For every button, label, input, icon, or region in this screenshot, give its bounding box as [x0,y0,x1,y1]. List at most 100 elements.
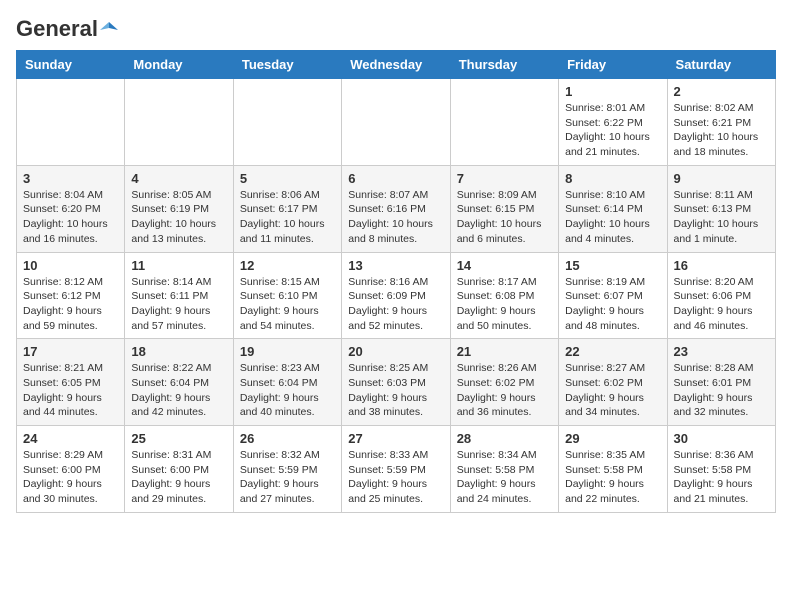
day-of-week-header: Wednesday [342,51,450,79]
day-number: 12 [240,258,335,273]
day-number: 29 [565,431,660,446]
calendar-cell: 1 Sunrise: 8:01 AM Sunset: 6:22 PM Daylig… [559,79,667,166]
calendar-week-row: 24 Sunrise: 8:29 AM Sunset: 6:00 PM Dayli… [17,426,776,513]
day-info: Sunrise: 8:29 AM Sunset: 6:00 PM Dayligh… [23,448,118,507]
calendar-cell: 19Sunrise: 8:23 AM Sunset: 6:04 PM Dayli… [233,339,341,426]
day-of-week-header: Tuesday [233,51,341,79]
calendar-cell: 8 Sunrise: 8:10 AM Sunset: 6:14 PM Daylig… [559,165,667,252]
day-info: Sunrise: 8:26 AM Sunset: 6:02 PM Dayligh… [457,361,552,420]
day-info: Sunrise: 8:07 AM Sunset: 6:16 PM Dayligh… [348,188,443,247]
day-info: Sunrise: 8:15 AM Sunset: 6:10 PM Dayligh… [240,275,335,334]
calendar-cell: 7Sunrise: 8:09 AM Sunset: 6:15 PM Daylig… [450,165,558,252]
day-info: Sunrise: 8:33 AM Sunset: 5:59 PM Dayligh… [348,448,443,507]
day-number: 15 [565,258,660,273]
day-info: Sunrise: 8:21 AM Sunset: 6:05 PM Dayligh… [23,361,118,420]
calendar-cell: 10Sunrise: 8:12 AM Sunset: 6:12 PM Dayli… [17,252,125,339]
calendar-cell: 13 Sunrise: 8:16 AM Sunset: 6:09 PM Dayli… [342,252,450,339]
day-info: Sunrise: 8:25 AM Sunset: 6:03 PM Dayligh… [348,361,443,420]
calendar-cell: 25 Sunrise: 8:31 AM Sunset: 6:00 PM Dayli… [125,426,233,513]
calendar-week-row: 1 Sunrise: 8:01 AM Sunset: 6:22 PM Daylig… [17,79,776,166]
logo-bird-icon [100,20,118,38]
calendar-cell: 23 Sunrise: 8:28 AM Sunset: 6:01 PM Dayli… [667,339,775,426]
day-number: 8 [565,171,660,186]
day-info: Sunrise: 8:20 AM Sunset: 6:06 PM Dayligh… [674,275,769,334]
day-number: 6 [348,171,443,186]
day-number: 9 [674,171,769,186]
calendar-cell [342,79,450,166]
day-info: Sunrise: 8:35 AM Sunset: 5:58 PM Dayligh… [565,448,660,507]
page-header: General [16,16,776,38]
day-number: 22 [565,344,660,359]
calendar-cell: 5 Sunrise: 8:06 AM Sunset: 6:17 PM Daylig… [233,165,341,252]
calendar-cell: 15 Sunrise: 8:19 AM Sunset: 6:07 PM Dayli… [559,252,667,339]
day-info: Sunrise: 8:16 AM Sunset: 6:09 PM Dayligh… [348,275,443,334]
day-info: Sunrise: 8:02 AM Sunset: 6:21 PM Dayligh… [674,101,769,160]
calendar-cell: 9 Sunrise: 8:11 AM Sunset: 6:13 PM Daylig… [667,165,775,252]
calendar-cell: 22 Sunrise: 8:27 AM Sunset: 6:02 PM Dayli… [559,339,667,426]
calendar-cell: 14Sunrise: 8:17 AM Sunset: 6:08 PM Dayli… [450,252,558,339]
calendar-cell [233,79,341,166]
day-number: 17 [23,344,118,359]
day-of-week-header: Saturday [667,51,775,79]
day-number: 24 [23,431,118,446]
calendar-cell [450,79,558,166]
day-info: Sunrise: 8:05 AM Sunset: 6:19 PM Dayligh… [131,188,226,247]
calendar-cell: 24 Sunrise: 8:29 AM Sunset: 6:00 PM Dayli… [17,426,125,513]
day-info: Sunrise: 8:17 AM Sunset: 6:08 PM Dayligh… [457,275,552,334]
calendar-cell: 6 Sunrise: 8:07 AM Sunset: 6:16 PM Daylig… [342,165,450,252]
day-number: 7 [457,171,552,186]
day-of-week-header: Sunday [17,51,125,79]
day-info: Sunrise: 8:23 AM Sunset: 6:04 PM Dayligh… [240,361,335,420]
day-info: Sunrise: 8:11 AM Sunset: 6:13 PM Dayligh… [674,188,769,247]
day-number: 27 [348,431,443,446]
day-info: Sunrise: 8:28 AM Sunset: 6:01 PM Dayligh… [674,361,769,420]
day-info: Sunrise: 8:12 AM Sunset: 6:12 PM Dayligh… [23,275,118,334]
calendar-week-row: 17 Sunrise: 8:21 AM Sunset: 6:05 PM Dayli… [17,339,776,426]
day-info: Sunrise: 8:19 AM Sunset: 6:07 PM Dayligh… [565,275,660,334]
calendar-week-row: 3Sunrise: 8:04 AM Sunset: 6:20 PM Daylig… [17,165,776,252]
day-info: Sunrise: 8:22 AM Sunset: 6:04 PM Dayligh… [131,361,226,420]
day-info: Sunrise: 8:36 AM Sunset: 5:58 PM Dayligh… [674,448,769,507]
day-number: 2 [674,84,769,99]
day-number: 26 [240,431,335,446]
calendar-table: SundayMondayTuesdayWednesdayThursdayFrid… [16,50,776,513]
day-number: 25 [131,431,226,446]
day-number: 30 [674,431,769,446]
logo: General [16,16,118,38]
day-number: 18 [131,344,226,359]
day-number: 28 [457,431,552,446]
day-number: 1 [565,84,660,99]
calendar-cell: 29 Sunrise: 8:35 AM Sunset: 5:58 PM Dayli… [559,426,667,513]
calendar-cell [125,79,233,166]
calendar-cell: 11Sunrise: 8:14 AM Sunset: 6:11 PM Dayli… [125,252,233,339]
logo-general: General [16,16,98,42]
calendar-cell: 12 Sunrise: 8:15 AM Sunset: 6:10 PM Dayli… [233,252,341,339]
day-number: 16 [674,258,769,273]
calendar-cell: 21 Sunrise: 8:26 AM Sunset: 6:02 PM Dayli… [450,339,558,426]
calendar-header-row: SundayMondayTuesdayWednesdayThursdayFrid… [17,51,776,79]
day-info: Sunrise: 8:10 AM Sunset: 6:14 PM Dayligh… [565,188,660,247]
calendar-cell: 26 Sunrise: 8:32 AM Sunset: 5:59 PM Dayli… [233,426,341,513]
day-number: 23 [674,344,769,359]
calendar-cell: 28 Sunrise: 8:34 AM Sunset: 5:58 PM Dayli… [450,426,558,513]
day-number: 21 [457,344,552,359]
calendar-cell: 4 Sunrise: 8:05 AM Sunset: 6:19 PM Daylig… [125,165,233,252]
day-number: 13 [348,258,443,273]
calendar-cell: 30 Sunrise: 8:36 AM Sunset: 5:58 PM Dayli… [667,426,775,513]
day-info: Sunrise: 8:27 AM Sunset: 6:02 PM Dayligh… [565,361,660,420]
day-info: Sunrise: 8:31 AM Sunset: 6:00 PM Dayligh… [131,448,226,507]
calendar-cell: 18 Sunrise: 8:22 AM Sunset: 6:04 PM Dayli… [125,339,233,426]
day-of-week-header: Friday [559,51,667,79]
day-info: Sunrise: 8:34 AM Sunset: 5:58 PM Dayligh… [457,448,552,507]
calendar-cell: 2 Sunrise: 8:02 AM Sunset: 6:21 PM Daylig… [667,79,775,166]
day-number: 5 [240,171,335,186]
day-number: 3 [23,171,118,186]
day-number: 4 [131,171,226,186]
day-info: Sunrise: 8:01 AM Sunset: 6:22 PM Dayligh… [565,101,660,160]
day-info: Sunrise: 8:06 AM Sunset: 6:17 PM Dayligh… [240,188,335,247]
calendar-cell: 27 Sunrise: 8:33 AM Sunset: 5:59 PM Dayli… [342,426,450,513]
day-info: Sunrise: 8:14 AM Sunset: 6:11 PM Dayligh… [131,275,226,334]
calendar-cell: 16 Sunrise: 8:20 AM Sunset: 6:06 PM Dayli… [667,252,775,339]
day-of-week-header: Thursday [450,51,558,79]
day-info: Sunrise: 8:32 AM Sunset: 5:59 PM Dayligh… [240,448,335,507]
